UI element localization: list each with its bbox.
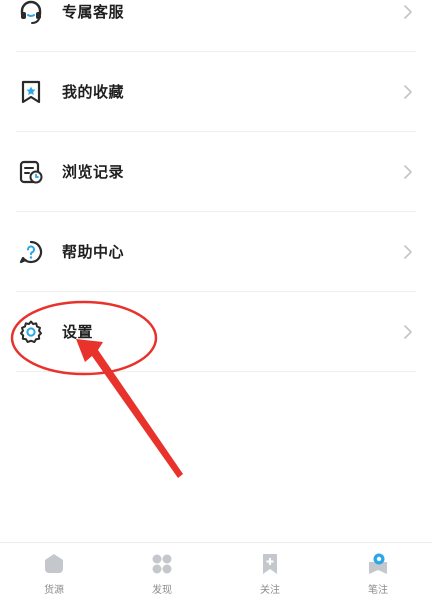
bottom-tab-bar: 货源 发现 关注 笔注 [0,542,432,600]
tab-label: 发现 [152,585,172,596]
bookmark-plus-icon [258,552,282,576]
chevron-right-icon [402,325,414,339]
tab-profile[interactable]: 笔注 [324,543,432,600]
menu-item-label: 帮助中心 [62,243,125,261]
menu-item-settings[interactable]: 设置 [0,292,432,372]
tab-follow[interactable]: 关注 [216,543,324,600]
menu-item-help-center[interactable]: 帮助中心 [0,212,432,292]
menu-item-favorites[interactable]: 我的收藏 [0,52,432,132]
chevron-right-icon [402,165,414,179]
menu-item-label: 浏览记录 [62,163,125,181]
tab-label: 货源 [44,585,64,596]
menu-item-customer-service[interactable]: 专属客服 [0,0,432,52]
settings-menu-card: 专属客服 我的收藏 浏览记录 帮助中心 设置 [0,0,432,542]
chevron-right-icon [402,5,414,19]
chevron-right-icon [402,85,414,99]
menu-item-label: 设置 [62,323,94,341]
help-icon [18,239,44,265]
divider [16,371,416,372]
bookmark-star-icon [18,79,44,105]
menu-item-label: 专属客服 [62,3,125,21]
history-icon [18,159,44,185]
profile-icon [366,552,390,576]
menu-item-label: 我的收藏 [62,83,125,101]
tab-discover[interactable]: 发现 [108,543,216,600]
menu-item-history[interactable]: 浏览记录 [0,132,432,212]
headset-icon [18,0,44,25]
tab-label: 笔注 [368,585,388,596]
home-icon [42,552,66,576]
gear-icon [18,319,44,345]
tab-supply[interactable]: 货源 [0,543,108,600]
chevron-right-icon [402,245,414,259]
grid-icon [150,552,174,576]
tab-label: 关注 [260,585,280,596]
